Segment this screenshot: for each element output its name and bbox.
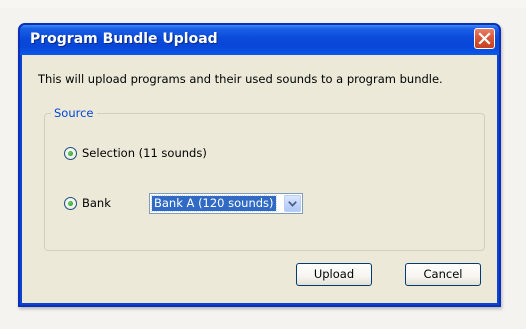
radio-dot xyxy=(68,200,73,206)
close-button[interactable] xyxy=(474,28,495,49)
dialog-body: This will upload programs and their used… xyxy=(22,55,497,303)
title-bar[interactable]: Program Bundle Upload xyxy=(20,25,499,55)
screenshot-canvas: Program Bundle Upload This will upload p… xyxy=(0,0,526,329)
bank-select-dropdown-button[interactable] xyxy=(284,195,301,212)
dialog-message: This will upload programs and their used… xyxy=(38,72,443,86)
dialog-title: Program Bundle Upload xyxy=(30,31,218,47)
source-group-label: Source xyxy=(51,106,97,120)
radio-bank-row[interactable]: Bank xyxy=(64,195,111,211)
bank-select-value: Bank A (120 sounds) xyxy=(151,195,277,212)
radio-selection-label[interactable]: Selection (11 sounds) xyxy=(82,146,207,160)
radio-selection[interactable] xyxy=(64,146,77,160)
radio-bank-label[interactable]: Bank xyxy=(82,196,111,210)
upload-button[interactable]: Upload xyxy=(296,263,372,286)
radio-selection-row[interactable]: Selection (11 sounds) xyxy=(64,145,207,161)
radio-bank[interactable] xyxy=(64,196,77,210)
dialog-window: Program Bundle Upload This will upload p… xyxy=(18,23,501,307)
background-strip xyxy=(0,0,526,8)
source-groupbox: Source Selection (11 sounds) Bank Bank A… xyxy=(44,106,485,251)
cancel-button[interactable]: Cancel xyxy=(405,263,481,286)
radio-dot xyxy=(68,150,73,156)
close-icon xyxy=(478,32,491,45)
bank-select[interactable]: Bank A (120 sounds) xyxy=(149,193,303,214)
chevron-down-icon xyxy=(288,201,297,207)
